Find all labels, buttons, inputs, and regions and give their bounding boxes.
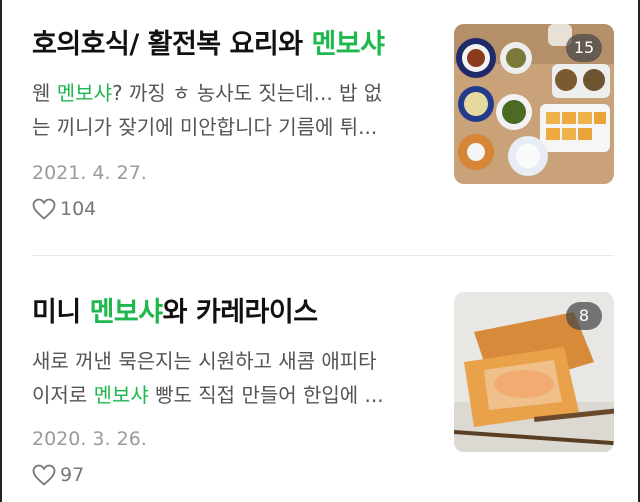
post-title[interactable]: 호의호식/ 활전복 요리와 멘보샤 (32, 28, 385, 62)
post-excerpt: 새로 꺼낸 묵은지는 시원하고 새콤 애피타 이저로 멘보샤 빵도 직접 만들어… (32, 344, 432, 412)
like-count: 104 (60, 198, 97, 220)
post-thumbnail[interactable]: 15 (454, 24, 614, 184)
excerpt-text: ? 까징 ㅎ 농사도 짓는데... 밥 없 (111, 81, 383, 105)
heart-icon (32, 198, 56, 220)
photo-count-badge: 8 (566, 302, 602, 330)
post-card-1[interactable]: 호의호식/ 활전복 요리와 멘보샤 웬 멘보샤? 까징 ㅎ 농사도 짓는데...… (32, 18, 614, 220)
excerpt-text: 이저로 (32, 383, 94, 407)
excerpt-text: 웬 (32, 81, 57, 105)
post-title-highlight: 멘보샤 (89, 297, 164, 328)
post-title-text: 호의호식/ 활전복 요리와 (32, 29, 312, 60)
like-button[interactable]: 97 (32, 464, 84, 486)
post-title-text: 미니 (32, 297, 90, 328)
post-title[interactable]: 미니 멘보샤와 카레라이스 (32, 296, 318, 330)
excerpt-highlight: 멘보샤 (56, 81, 112, 105)
divider (32, 255, 614, 256)
post-title-highlight: 멘보샤 (311, 29, 385, 60)
like-count: 97 (60, 464, 85, 486)
photo-count-badge: 15 (566, 34, 602, 62)
excerpt-text: 새로 꺼낸 묵은지는 시원하고 새콤 애피타 (32, 349, 377, 373)
excerpt-text: 빵도 직접 만들어 한입에 ... (148, 383, 384, 407)
post-title-text: 와 카레라이스 (162, 297, 318, 328)
excerpt-highlight: 멘보샤 (93, 383, 149, 407)
post-excerpt: 웬 멘보샤? 까징 ㅎ 농사도 짓는데... 밥 없 는 끼니가 잦기에 미안합… (32, 76, 432, 144)
like-button[interactable]: 104 (32, 198, 96, 220)
post-date: 2021. 4. 27. (32, 162, 147, 184)
heart-icon (32, 464, 56, 486)
excerpt-text: 는 끼니가 잦기에 미안합니다 기름에 튀... (32, 115, 378, 139)
post-date: 2020. 3. 26. (32, 428, 147, 450)
post-thumbnail[interactable]: 8 (454, 292, 614, 452)
post-card-2[interactable]: 미니 멘보샤와 카레라이스 새로 꺼낸 묵은지는 시원하고 새콤 애피타 이저로… (32, 286, 614, 486)
